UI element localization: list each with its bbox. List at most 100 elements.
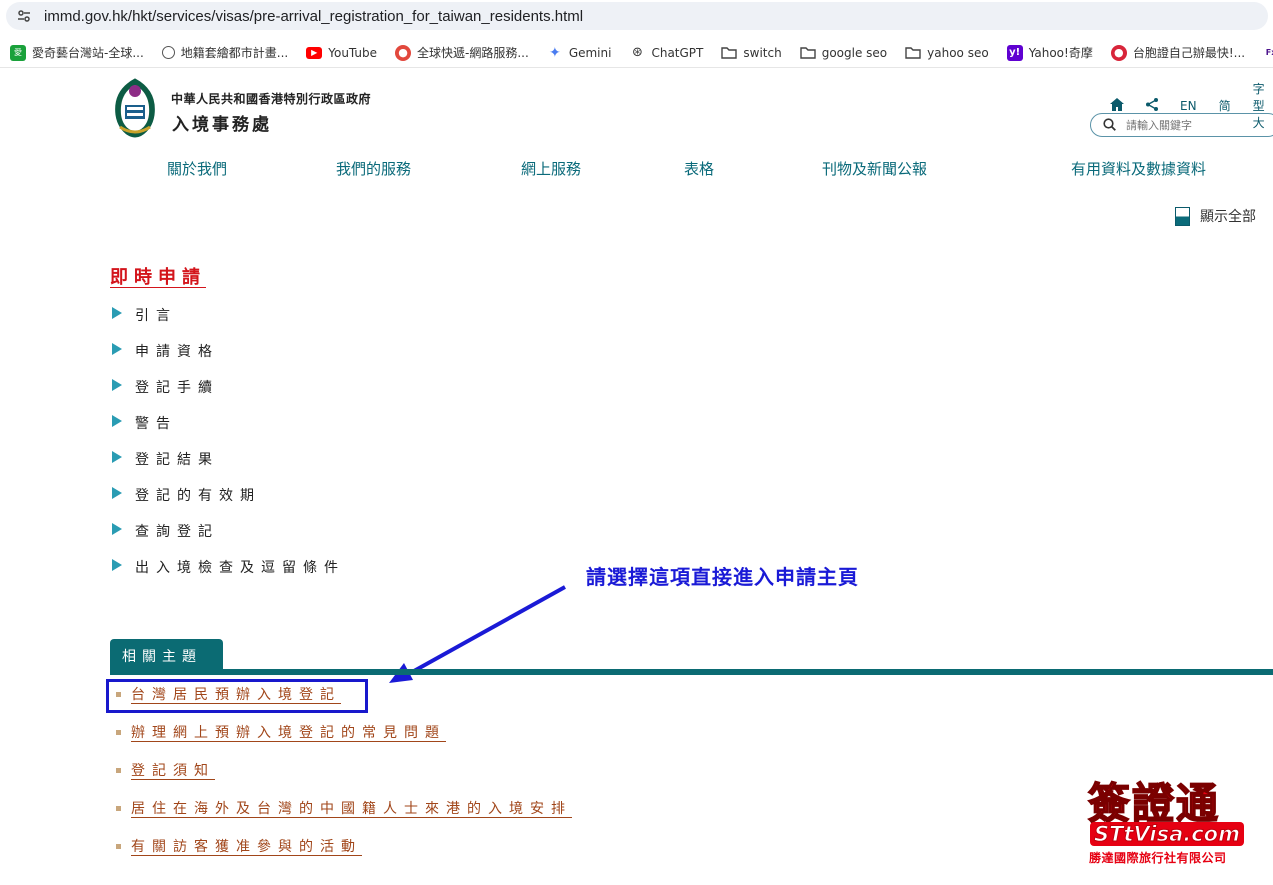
url-field[interactable]: immd.gov.hk/hkt/services/visas/pre-arriv…: [6, 2, 1268, 30]
lang-sc-link[interactable]: 简: [1219, 97, 1231, 114]
toc-label: 申請資格: [135, 344, 219, 360]
related-link[interactable]: 有關訪客獲准參與的活動: [131, 836, 362, 856]
bookmark-label: 地籍套繪都市計畫...: [180, 46, 289, 60]
site-icon: ●: [1110, 44, 1127, 61]
expand-arrow-icon: [112, 379, 122, 391]
expand-icon: [1175, 206, 1190, 226]
bookmark-taibao[interactable]: ● 台胞證自己辦最快!...: [1110, 44, 1246, 61]
toc-item[interactable]: 申請資格: [112, 341, 219, 361]
bookmark-fedex[interactable]: FxDe: [1263, 45, 1273, 61]
bullet-icon: [116, 805, 121, 811]
youtube-icon: ▶: [306, 46, 323, 59]
toc-item[interactable]: 登記的有效期: [112, 485, 261, 505]
nav-forms[interactable]: 表格: [684, 158, 714, 179]
folder-icon: [721, 45, 738, 61]
expand-arrow-icon: [112, 487, 122, 499]
home-icon[interactable]: [1110, 97, 1124, 114]
related-link[interactable]: 登記須知: [131, 760, 215, 780]
watermark-domain: STtVisa.com: [1090, 822, 1244, 847]
bookmark-label: yahoo seo: [927, 45, 989, 60]
fedex-icon: Fx: [1265, 48, 1273, 57]
toc-label: 查詢登記: [135, 524, 219, 540]
toc-item[interactable]: 查詢登記: [112, 521, 219, 541]
sttvisa-watermark-logo: 簽證通 STtVisa.com 勝達國際旅行社有限公司: [1086, 770, 1248, 866]
annotation-callout: 請選擇這項直接進入申請主頁: [586, 565, 859, 589]
toc-item[interactable]: 引言: [112, 305, 177, 325]
expand-arrow-icon: [112, 415, 122, 427]
toc-label: 登記的有效期: [135, 488, 261, 504]
list-item: 有關訪客獲准參與的活動: [116, 836, 362, 856]
bookmark-label: Gemini: [568, 45, 612, 60]
search-icon[interactable]: [1103, 116, 1116, 135]
expand-arrow-icon: [112, 559, 122, 571]
url-text[interactable]: immd.gov.hk/hkt/services/visas/pre-arriv…: [44, 8, 583, 25]
bookmark-express[interactable]: ● 全球快遞-網路服務...: [395, 44, 529, 61]
folder-icon: [905, 45, 921, 61]
bookmark-gemini[interactable]: ✦ Gemini: [547, 45, 612, 61]
bookmark-label: 愛奇藝台灣站-全球...: [32, 46, 144, 60]
show-all-toggle[interactable]: 顯示全部: [1175, 206, 1256, 226]
bookmark-label: 全球快遞-網路服務...: [417, 46, 529, 60]
lang-en-link[interactable]: EN: [1180, 99, 1197, 113]
expand-arrow-icon: [112, 523, 122, 535]
expand-arrow-icon: [112, 307, 122, 319]
yahoo-icon: y!: [1006, 44, 1023, 61]
bullet-icon: [116, 767, 121, 773]
bullet-icon: [116, 729, 121, 735]
bookmark-yahoo[interactable]: y! Yahoo!奇摩: [1006, 44, 1093, 61]
browser-address-bar: immd.gov.hk/hkt/services/visas/pre-arriv…: [0, 0, 1273, 32]
highlight-box: [106, 679, 368, 713]
nav-publications[interactable]: 刊物及新聞公報: [822, 158, 927, 179]
toc-label: 登記手續: [135, 380, 219, 396]
toc-label: 引言: [135, 308, 177, 324]
government-name: 中華人民共和國香港特別行政區政府: [171, 92, 372, 106]
bookmark-chatgpt[interactable]: ⊛ ChatGPT: [629, 45, 703, 61]
bookmark-label: switch: [743, 45, 782, 60]
bookmark-switch[interactable]: switch: [721, 45, 782, 61]
bookmark-label: 台胞證自己辦最快!...: [1132, 46, 1246, 60]
search-input[interactable]: [1126, 118, 1256, 132]
expand-arrow-icon: [112, 451, 122, 463]
main-nav: 關於我們 我們的服務 網上服務 表格 刊物及新聞公報 有用資料及數據資料: [0, 158, 1273, 182]
related-divider: [110, 669, 1273, 675]
list-item: 辦理網上預辦入境登記的常見問題: [116, 722, 446, 742]
nav-useful-info[interactable]: 有用資料及數據資料: [1071, 158, 1206, 179]
site-search-box[interactable]: [1090, 113, 1273, 137]
toc-item[interactable]: 登記結果: [112, 449, 219, 469]
globe-icon: [161, 46, 175, 59]
bookmark-label: YouTube: [328, 45, 378, 60]
nav-about-us[interactable]: 關於我們: [167, 158, 227, 179]
gemini-icon: ✦: [548, 44, 561, 61]
watermark-company: 勝達國際旅行社有限公司: [1089, 851, 1227, 865]
toc-label: 出入境檢查及逗留條件: [135, 560, 345, 576]
toc-item[interactable]: 出入境檢查及逗留條件: [112, 557, 345, 577]
related-topics-tab: 相關主題: [110, 639, 223, 672]
bullet-icon: [116, 843, 121, 849]
related-link[interactable]: 居住在海外及台灣的中國籍人士來港的入境安排: [131, 798, 572, 818]
bookmarks-bar: 愛愛奇藝台灣站-全球... 地籍套繪都市計畫... ▶ YouTube ● 全球快遞…: [0, 38, 1273, 68]
section-title: 即時申請: [110, 267, 206, 288]
site-icon: ●: [395, 44, 412, 61]
site-info-icon[interactable]: [16, 8, 32, 24]
bookmark-cadastral[interactable]: 地籍套繪都市計畫...: [161, 44, 289, 61]
toc-label: 警告: [135, 416, 177, 432]
bookmark-iqiyi[interactable]: 愛愛奇藝台灣站-全球...: [10, 44, 144, 61]
toc-item[interactable]: 警告: [112, 413, 177, 433]
show-all-label: 顯示全部: [1200, 209, 1256, 225]
nav-online-services[interactable]: 網上服務: [521, 158, 581, 179]
bookmark-yahoo-seo[interactable]: yahoo seo: [905, 45, 989, 61]
bookmark-youtube[interactable]: ▶ YouTube: [306, 46, 377, 60]
toc-label: 登記結果: [135, 452, 219, 468]
related-link[interactable]: 辦理網上預辦入境登記的常見問題: [131, 722, 446, 742]
chatgpt-icon: ⊛: [632, 45, 643, 60]
folder-icon: [800, 45, 816, 61]
bookmark-google-seo[interactable]: google seo: [800, 45, 887, 61]
nav-our-services[interactable]: 我們的服務: [336, 158, 411, 179]
expand-arrow-icon: [112, 343, 122, 355]
share-icon[interactable]: [1146, 97, 1158, 114]
toc-item[interactable]: 登記手續: [112, 377, 219, 397]
list-item: 登記須知: [116, 760, 215, 780]
bookmark-label: google seo: [821, 45, 888, 60]
department-name[interactable]: 入境事務處: [172, 110, 272, 135]
immd-emblem-logo[interactable]: [110, 77, 160, 139]
